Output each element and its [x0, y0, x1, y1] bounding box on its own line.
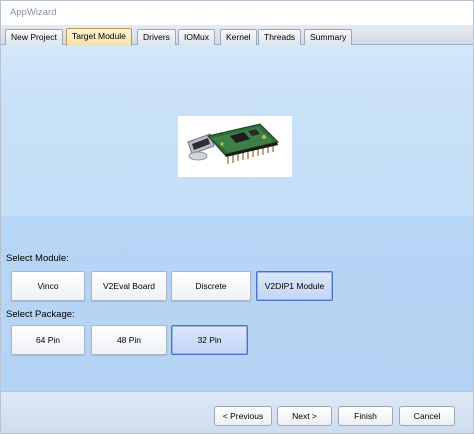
finish-button[interactable]: Finish	[338, 406, 393, 426]
tab-kernel[interactable]: Kernel	[220, 29, 257, 45]
select-module-label: Select Module:	[6, 253, 69, 264]
package-64-pin-button[interactable]: 64 Pin	[11, 325, 85, 355]
target-module-panel: Select Module: Vinco V2Eval Board Discre…	[1, 45, 473, 391]
package-32-pin-button[interactable]: 32 Pin	[171, 325, 248, 355]
module-vinco-button[interactable]: Vinco	[11, 271, 85, 301]
module-discrete-button[interactable]: Discrete	[171, 271, 251, 301]
tab-drivers[interactable]: Drivers	[137, 29, 176, 45]
cancel-button[interactable]: Cancel	[399, 406, 455, 426]
appwizard-window: AppWizard New Project Target Module Driv…	[0, 0, 474, 434]
tab-summary[interactable]: Summary	[304, 29, 353, 45]
tab-threads[interactable]: Threads	[258, 29, 302, 45]
tab-strip: New Project Target Module Drivers IOMux …	[1, 25, 473, 46]
previous-button[interactable]: < Previous	[214, 406, 272, 426]
title-bar: AppWizard	[1, 1, 473, 25]
board-image-icon	[178, 116, 292, 177]
module-image	[178, 116, 292, 177]
module-v2eval-board-button[interactable]: V2Eval Board	[91, 271, 167, 301]
window-title: AppWizard	[10, 7, 57, 18]
module-v2dip1-button[interactable]: V2DIP1 Module	[256, 271, 333, 301]
select-package-label: Select Package:	[6, 309, 75, 320]
tab-new-project[interactable]: New Project	[5, 29, 63, 45]
tab-target-module[interactable]: Target Module	[66, 28, 132, 46]
tab-iomux[interactable]: IOMux	[178, 29, 216, 45]
next-button[interactable]: Next >	[277, 406, 332, 426]
package-48-pin-button[interactable]: 48 Pin	[91, 325, 167, 355]
wizard-footer: < Previous Next > Finish Cancel	[1, 391, 473, 433]
